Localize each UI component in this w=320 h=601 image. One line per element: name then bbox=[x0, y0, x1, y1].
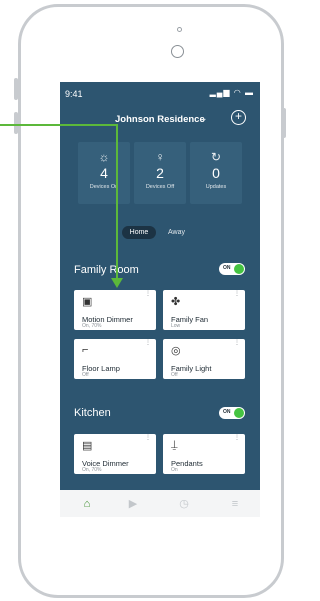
stat-value: 2 bbox=[156, 165, 164, 181]
volume-up-button bbox=[14, 78, 18, 100]
device-card-family-light[interactable]: ◎ ⋮ Family Light Off bbox=[163, 339, 245, 379]
stat-devices-on[interactable]: ☼ 4 Devices On bbox=[78, 142, 130, 204]
more-options-icon[interactable]: ⋮ bbox=[145, 340, 151, 346]
toggle-knob bbox=[234, 408, 244, 418]
stat-value: 4 bbox=[100, 165, 108, 181]
refresh-icon: ↻ bbox=[210, 150, 222, 164]
more-options-icon[interactable]: ⋮ bbox=[234, 340, 240, 346]
bulb-on-icon: ☼ bbox=[98, 150, 110, 164]
mode-away-button[interactable]: Away bbox=[168, 226, 185, 239]
room-toggle-kitchen[interactable]: ON bbox=[219, 407, 245, 419]
device-card-floor-lamp[interactable]: ⌐ ⋮ Floor Lamp Off bbox=[74, 339, 156, 379]
tab-scenes[interactable]: ▶ bbox=[126, 497, 140, 511]
bulb-off-icon: ♀ bbox=[155, 150, 165, 164]
device-card-family-fan[interactable]: ✤ ⋮ Family Fan Low bbox=[163, 290, 245, 330]
more-options-icon[interactable]: ⋮ bbox=[234, 291, 240, 297]
status-icons: ▂▄▆ ◠ ▬ bbox=[209, 88, 254, 97]
annotation-arrow-head bbox=[111, 278, 123, 288]
stat-value: 0 bbox=[212, 165, 220, 181]
stat-updates[interactable]: ↻ 0 Updates bbox=[190, 142, 242, 204]
more-options-icon[interactable]: ⋮ bbox=[145, 291, 151, 297]
stat-label: Devices Off bbox=[145, 184, 175, 190]
toggle-label: ON bbox=[223, 409, 231, 415]
device-card-motion-dimmer[interactable]: ▣ ⋮ Motion Dimmer On, 70% bbox=[74, 290, 156, 330]
annotation-arrow-line bbox=[0, 124, 117, 126]
floor-lamp-icon: ⌐ bbox=[82, 344, 89, 356]
device-card-pendants[interactable]: ⍊ ⋮ Pendants On bbox=[163, 434, 245, 474]
status-bar: 9:41 ▂▄▆ ◠ ▬ bbox=[60, 82, 260, 104]
ceiling-light-icon: ◎ bbox=[171, 345, 181, 357]
mode-home-button[interactable]: Home bbox=[122, 226, 156, 239]
tab-home[interactable]: ⌂ bbox=[80, 497, 94, 511]
device-status: Low bbox=[171, 323, 181, 329]
speaker-dot bbox=[177, 27, 182, 32]
add-device-button[interactable]: + bbox=[231, 110, 246, 125]
volume-down-button bbox=[14, 112, 18, 134]
tab-menu[interactable]: ≡ bbox=[228, 497, 242, 511]
device-status: On, 70% bbox=[82, 323, 102, 329]
room-title-kitchen: Kitchen bbox=[74, 407, 111, 419]
header: Johnson Residence ⌄ + bbox=[60, 110, 260, 130]
ceiling-fan-icon: ✤ bbox=[171, 296, 181, 308]
camera-icon bbox=[171, 45, 184, 58]
dimmer-switch-icon: ▣ bbox=[82, 296, 93, 308]
toggle-label: ON bbox=[223, 265, 231, 271]
bottom-tab-bar: ⌂ ▶ ◷ ≡ bbox=[60, 490, 260, 517]
tab-schedule[interactable]: ◷ bbox=[177, 497, 191, 511]
more-options-icon[interactable]: ⋮ bbox=[145, 435, 151, 441]
annotation-arrow-line bbox=[116, 124, 118, 280]
room-toggle-family-room[interactable]: ON bbox=[219, 263, 245, 275]
more-options-icon[interactable]: ⋮ bbox=[234, 435, 240, 441]
room-title-family-room: Family Room bbox=[74, 264, 139, 276]
device-status: Off bbox=[171, 372, 178, 378]
device-status: On bbox=[171, 467, 178, 473]
device-card-voice-dimmer[interactable]: ▤ ⋮ Voice Dimmer On, 70% bbox=[74, 434, 156, 474]
stat-label: Devices On bbox=[89, 184, 119, 190]
status-time: 9:41 bbox=[65, 89, 83, 99]
pendant-light-icon: ⍊ bbox=[171, 439, 178, 451]
stat-devices-off[interactable]: ♀ 2 Devices Off bbox=[134, 142, 186, 204]
voice-dimmer-icon: ▤ bbox=[82, 440, 93, 452]
device-status: On, 70% bbox=[82, 467, 102, 473]
stat-label: Updates bbox=[205, 184, 227, 190]
app-screen: 9:41 ▂▄▆ ◠ ▬ Johnson Residence ⌄ + ☼ 4 D… bbox=[60, 82, 260, 517]
device-status: Off bbox=[82, 372, 89, 378]
power-button bbox=[282, 108, 286, 138]
residence-selector[interactable]: Johnson Residence bbox=[115, 114, 205, 125]
chevron-down-icon[interactable]: ⌄ bbox=[200, 113, 208, 124]
toggle-knob bbox=[234, 264, 244, 274]
